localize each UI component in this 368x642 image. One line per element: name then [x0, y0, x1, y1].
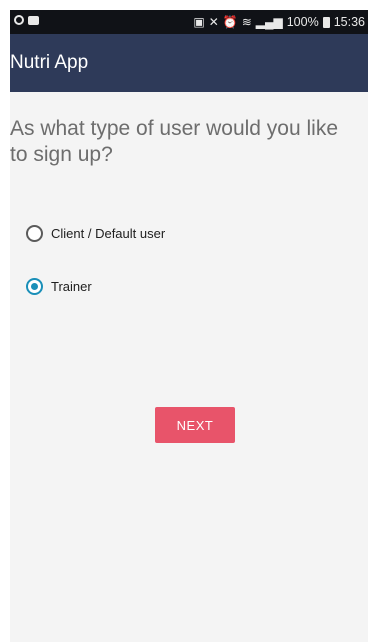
status-bar: ▣ ✕ ⏰ ≋ ▂▄▆ 100% 15:36: [10, 10, 368, 34]
option-client[interactable]: Client / Default user: [26, 225, 165, 242]
notification-video-icon: [28, 15, 39, 25]
mute-icon: ✕: [208, 15, 219, 29]
alarm-icon: ⏰: [222, 15, 238, 29]
battery-icon: [322, 16, 330, 28]
cast-icon: ▣: [193, 15, 205, 29]
status-bar-left: [14, 15, 39, 25]
status-bar-right: ▣ ✕ ⏰ ≋ ▂▄▆ 100% 15:36: [193, 14, 365, 30]
app-title: Nutri App: [10, 52, 89, 73]
battery-percent: 100%: [286, 15, 319, 29]
signup-question: As what type of user would you like to s…: [10, 117, 339, 166]
next-button[interactable]: NEXT: [155, 407, 235, 443]
radio-client[interactable]: [26, 225, 43, 242]
radio-trainer[interactable]: [26, 278, 43, 295]
phone-screen: ▣ ✕ ⏰ ≋ ▂▄▆ 100% 15:36 Nutri App As what…: [10, 10, 368, 642]
option-client-label: Client / Default user: [51, 226, 166, 241]
app-bar: Nutri App: [10, 34, 368, 92]
clock: 15:36: [333, 15, 365, 29]
option-trainer[interactable]: Trainer: [26, 278, 92, 295]
signal-icon: ▂▄▆: [255, 15, 283, 29]
notification-circle-icon: [14, 15, 24, 25]
wifi-icon: ≋: [241, 15, 252, 29]
option-trainer-label: Trainer: [51, 279, 92, 294]
